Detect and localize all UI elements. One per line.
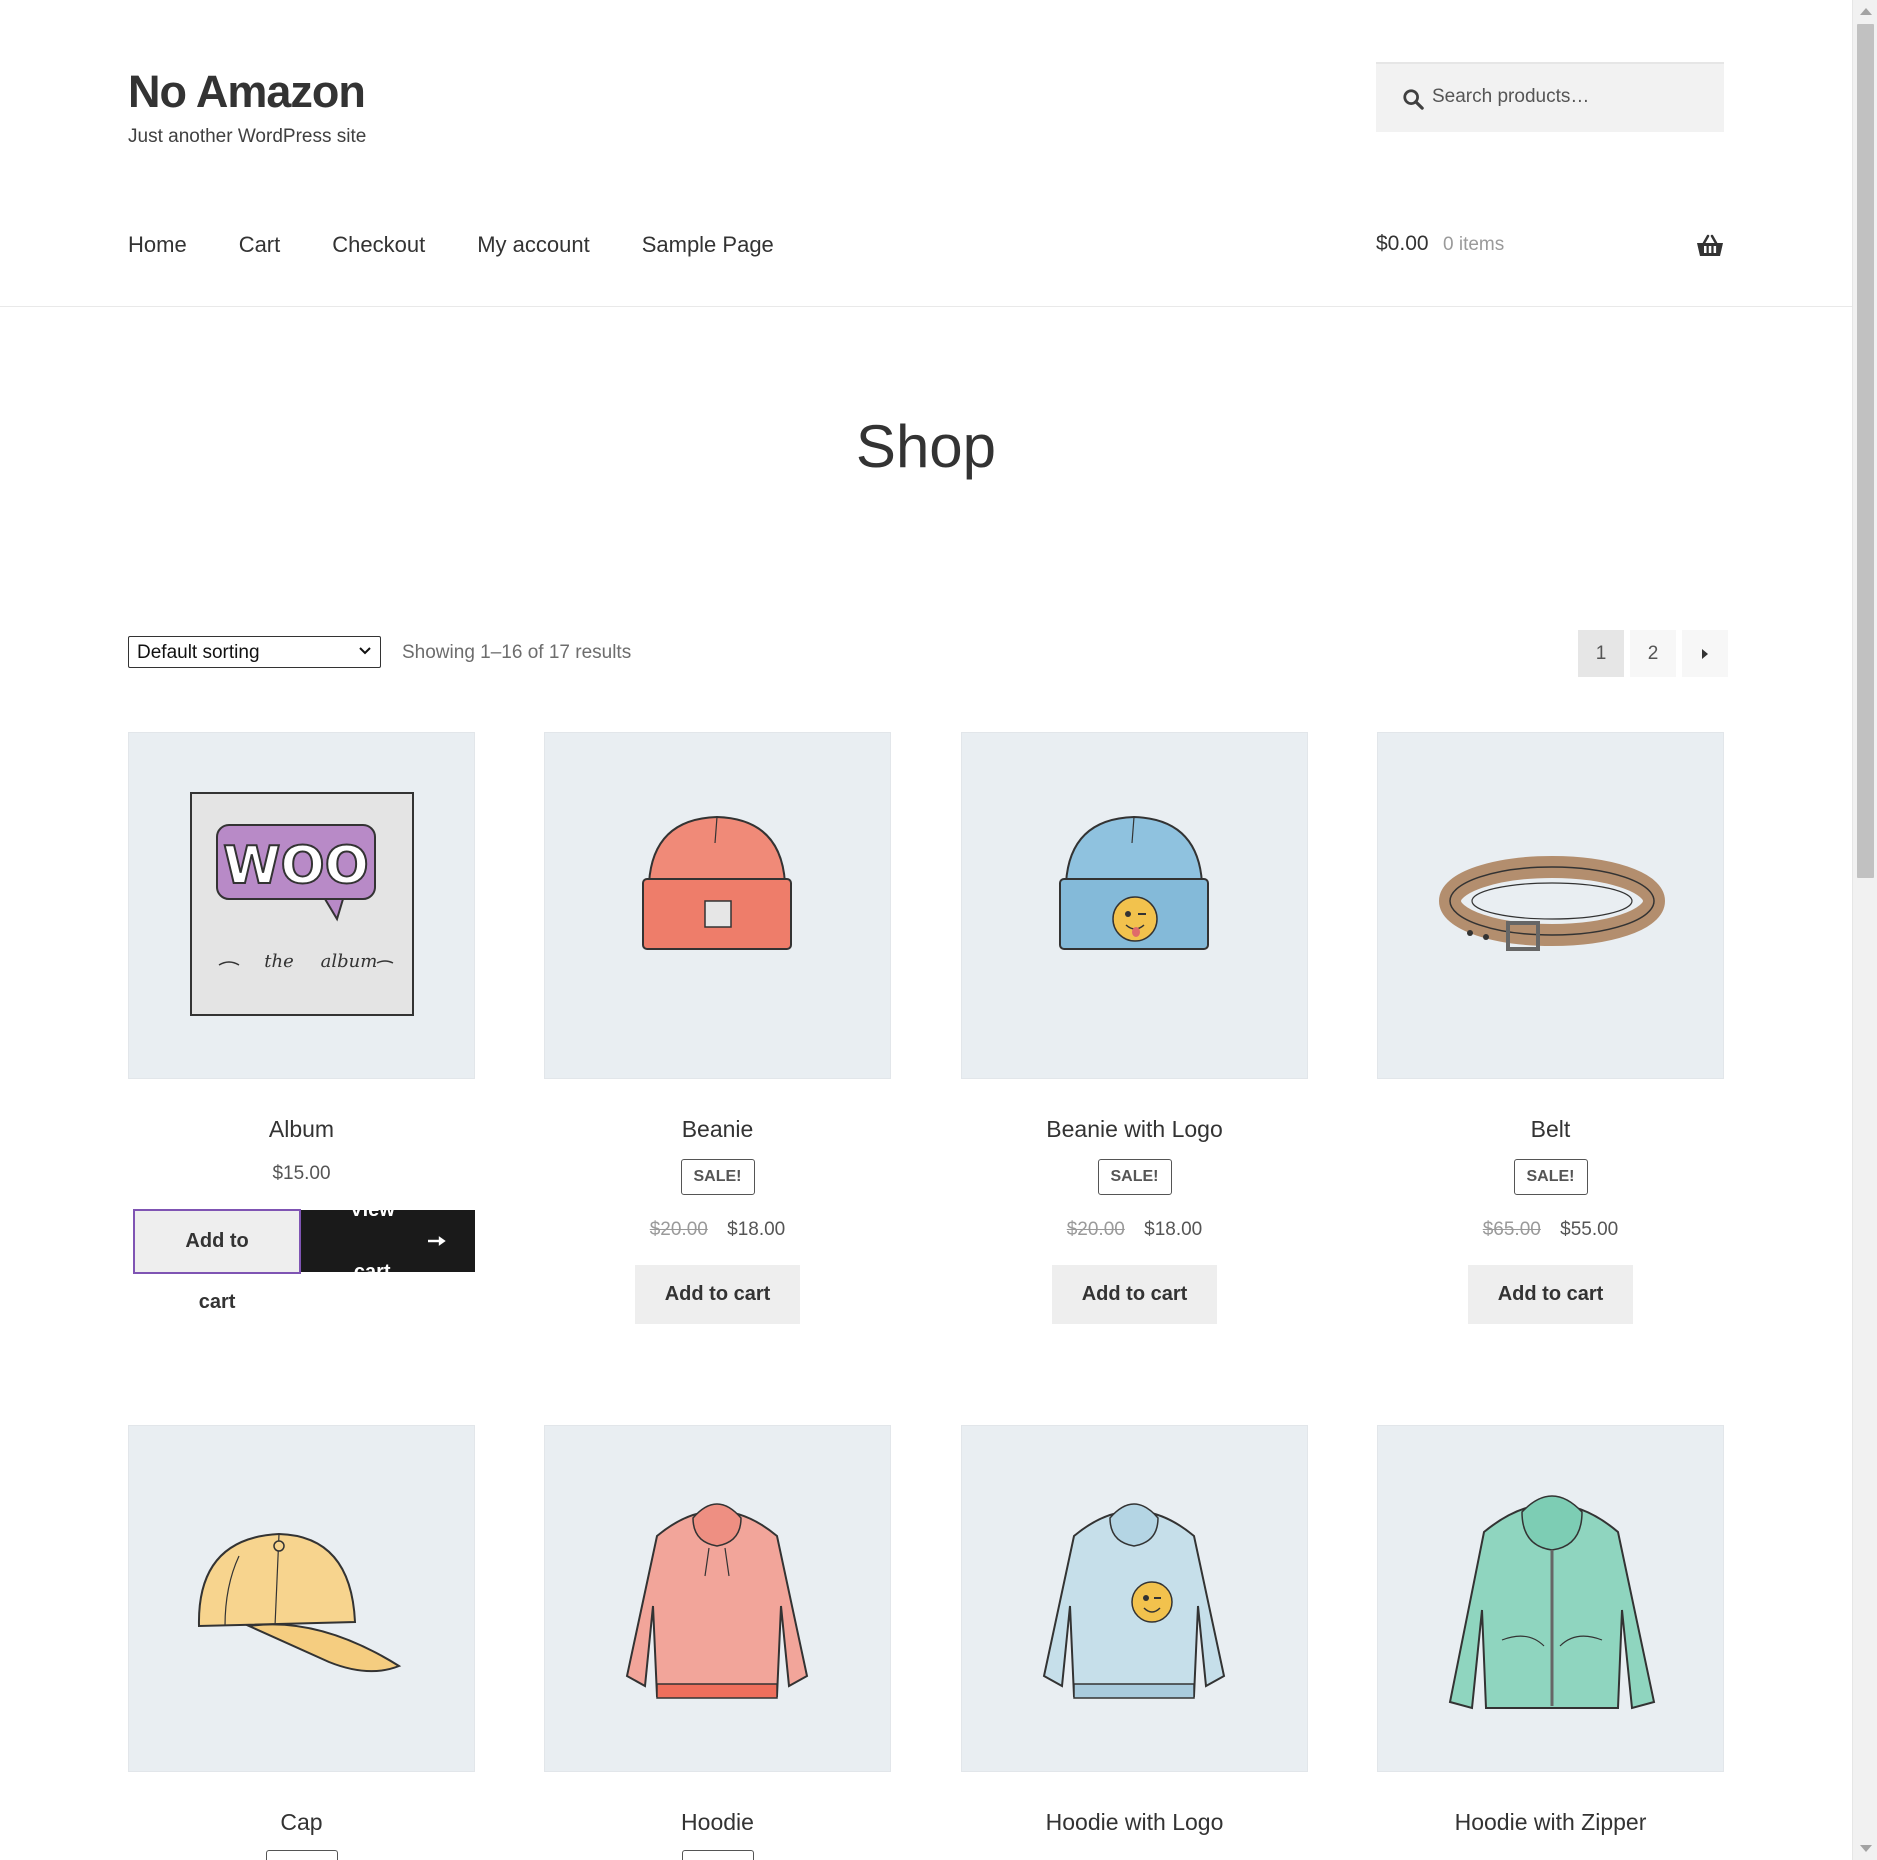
sale-price: $55.00 (1560, 1219, 1619, 1240)
page-2-link[interactable]: 2 (1630, 630, 1676, 677)
product-title[interactable]: Beanie with Logo (961, 1116, 1308, 1143)
nav-item-my-account[interactable]: My account (477, 232, 590, 258)
product-price: $15.00 (272, 1163, 331, 1184)
product-image[interactable] (544, 732, 891, 1079)
sale-badge: SALE! (1097, 1159, 1172, 1195)
regular-price: $20.00 (1066, 1219, 1125, 1240)
sorting-selected-value: Default sorting (137, 642, 260, 663)
product-card: Beanie with Logo SALE! $20.00 $18.00 Add… (961, 732, 1308, 1324)
nav-item-checkout[interactable]: Checkout (332, 232, 425, 258)
product-card: WOO the album Album $15.00 Add to cart V… (128, 732, 475, 1313)
regular-price: $65.00 (1482, 1219, 1541, 1240)
product-title[interactable]: Album (128, 1116, 475, 1143)
sorting-select[interactable]: Default sorting (128, 636, 381, 668)
hoodie-with-logo-illustration (1042, 1503, 1226, 1699)
product-price: $20.00 $18.00 (961, 1219, 1308, 1241)
hoodie-illustration (625, 1503, 809, 1699)
product-card: Hoodie with Logo (961, 1425, 1308, 1860)
svg-text:album: album (321, 951, 378, 972)
hoodie-with-zipper-illustration (1448, 1495, 1656, 1710)
sale-price: $18.00 (1144, 1219, 1203, 1240)
svg-text:WOO: WOO (223, 836, 369, 896)
product-title[interactable]: Belt (1377, 1116, 1724, 1143)
nav-item-home[interactable]: Home (128, 232, 187, 258)
product-card: Belt SALE! $65.00 $55.00 Add to cart (1377, 732, 1724, 1324)
page: No Amazon Just another WordPress site Se… (0, 0, 1852, 1860)
product-title[interactable]: Cap (128, 1809, 475, 1836)
product-image[interactable] (961, 732, 1308, 1079)
add-to-cart-button[interactable]: Add to cart (133, 1209, 302, 1313)
album-illustration: WOO the album (190, 792, 414, 1016)
product-image[interactable] (1377, 732, 1724, 1079)
cart-amount: $0.00 (1376, 232, 1429, 255)
page-title: Shop (855, 413, 997, 480)
sale-badge (681, 1850, 754, 1860)
page-1-link[interactable]: 1 (1578, 630, 1624, 677)
arrow-right-icon (428, 1236, 447, 1246)
cart-count: 0 items (1443, 234, 1505, 255)
site-title[interactable]: No Amazon (128, 66, 366, 118)
scrollbar-thumb[interactable] (1857, 24, 1874, 878)
nav-item-sample-page[interactable]: Sample Page (642, 232, 774, 258)
regular-price: $20.00 (649, 1219, 708, 1240)
product-actions: Add to cart View cart (128, 1199, 475, 1313)
sale-badge: SALE! (1513, 1159, 1588, 1195)
pagination: 1 2 (1578, 630, 1728, 677)
svg-text:the: the (264, 951, 293, 972)
product-image[interactable] (128, 1425, 475, 1772)
product-card: Hoodie with Zipper (1377, 1425, 1724, 1860)
product-image[interactable] (544, 1425, 891, 1772)
sale-price: $18.00 (727, 1219, 786, 1240)
product-image[interactable]: WOO the album (128, 732, 475, 1079)
view-cart-button[interactable]: View cart (301, 1199, 475, 1283)
product-price-partial (961, 1850, 1308, 1860)
basket-icon (1697, 234, 1723, 256)
scroll-down-icon[interactable] (1860, 1845, 1872, 1852)
product-title[interactable]: Hoodie with Zipper (1377, 1809, 1724, 1836)
cap-illustration (197, 1532, 402, 1673)
beanie-with-logo-illustration (1059, 815, 1209, 950)
product-price: $20.00 $18.00 (544, 1219, 891, 1241)
chevron-right-icon (1702, 648, 1708, 659)
product-image[interactable] (1377, 1425, 1724, 1772)
search-input[interactable]: Search products… (1376, 62, 1724, 132)
nav-item-cart[interactable]: Cart (239, 232, 281, 258)
product-price-partial (1377, 1850, 1724, 1860)
add-to-cart-button[interactable]: Add to cart (1051, 1265, 1218, 1324)
site-tagline: Just another WordPress site (128, 126, 367, 147)
product-card: Hoodie (544, 1425, 891, 1860)
add-to-cart-button[interactable]: Add to cart (1467, 1265, 1634, 1324)
product-title[interactable]: Hoodie (544, 1809, 891, 1836)
product-card: Cap (128, 1425, 475, 1860)
result-count: Showing 1–16 of 17 results (402, 642, 632, 663)
scroll-up-icon[interactable] (1860, 8, 1872, 15)
next-page-button[interactable] (1682, 630, 1728, 677)
sale-badge: SALE! (680, 1159, 755, 1195)
add-to-cart-button[interactable]: Add to cart (634, 1265, 801, 1324)
product-image[interactable] (961, 1425, 1308, 1772)
vertical-scrollbar[interactable] (1852, 0, 1877, 1860)
product-card: Beanie SALE! $20.00 $18.00 Add to cart (544, 732, 891, 1324)
product-title[interactable]: Beanie (544, 1116, 891, 1143)
belt-illustration (1439, 856, 1665, 951)
search-placeholder: Search products… (1432, 86, 1590, 107)
search-icon (1403, 89, 1424, 110)
beanie-illustration (642, 815, 792, 950)
product-title[interactable]: Hoodie with Logo (961, 1809, 1308, 1836)
header-cart[interactable]: $0.00 0 items (1376, 232, 1724, 262)
view-cart-label: View cart (349, 1199, 395, 1283)
primary-navigation: Home Cart Checkout My account Sample Pag… (128, 232, 826, 258)
product-price: $65.00 $55.00 (1377, 1219, 1724, 1241)
header-divider (0, 306, 1852, 307)
sale-badge (265, 1850, 338, 1860)
chevron-down-icon (359, 647, 371, 655)
